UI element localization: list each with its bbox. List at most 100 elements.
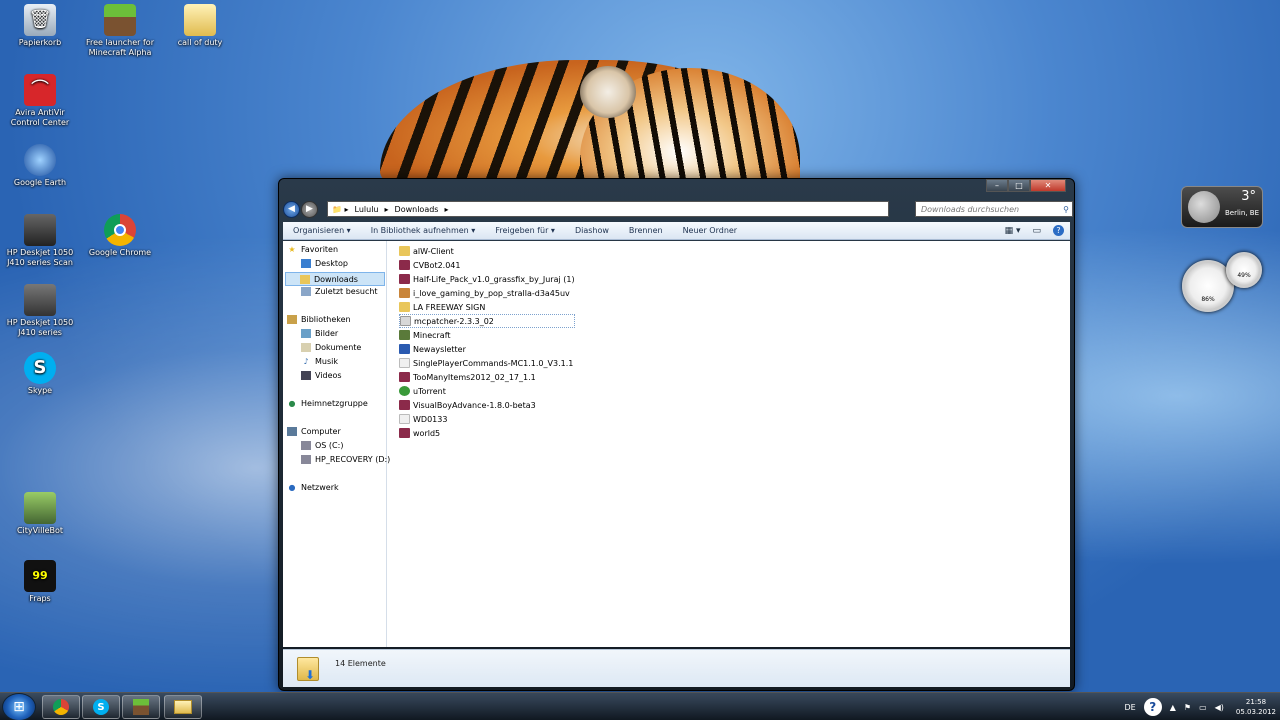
nav-favorites[interactable]: ★ Favoriten: [287, 245, 338, 254]
videos-icon: [301, 371, 311, 380]
taskbar-minecraft[interactable]: [122, 695, 160, 719]
taskbar: ⊞ S DE ? ▲ ⚑ ▭ ◀) 21:58 05.03.2012: [0, 692, 1280, 720]
search-input[interactable]: Downloads durchsuchen ⚲: [915, 201, 1073, 217]
list-item[interactable]: mcpatcher-2.3.3_02: [399, 314, 575, 328]
desktop-icon-skype[interactable]: S Skype: [0, 352, 80, 396]
desktop-icon-recycle-bin[interactable]: 🗑 Papierkorb: [0, 4, 80, 48]
list-item[interactable]: uTorrent: [399, 384, 575, 398]
list-item[interactable]: Newaysletter: [399, 342, 575, 356]
list-item[interactable]: SinglePlayerCommands-MC1.1.0_V3.1.1: [399, 356, 575, 370]
file-icon: [399, 358, 410, 368]
archive-icon: [399, 428, 410, 438]
folder-icon: [184, 4, 216, 36]
close-button[interactable]: ✕: [1030, 179, 1066, 192]
desktop-icon-fraps[interactable]: 99 Fraps: [0, 560, 80, 604]
breadcrumb-separator-icon: ▸: [384, 204, 389, 214]
action-center-flag-icon[interactable]: ⚑: [1184, 703, 1191, 712]
fraps-icon: 99: [24, 560, 56, 592]
start-button[interactable]: ⊞: [2, 693, 36, 720]
archive-icon: [399, 372, 410, 382]
list-item[interactable]: Minecraft: [399, 328, 575, 342]
drive-icon: [301, 441, 311, 450]
desktop-icon-cityvillebot[interactable]: CityVilleBot: [0, 492, 80, 536]
nav-pictures[interactable]: Bilder: [301, 329, 338, 338]
preview-pane-icon[interactable]: ▭: [1032, 226, 1041, 236]
help-icon[interactable]: ?: [1143, 698, 1162, 716]
network-icon[interactable]: ▭: [1199, 703, 1207, 712]
list-item[interactable]: world5: [399, 426, 575, 440]
taskbar-skype[interactable]: S: [82, 695, 120, 719]
volume-icon[interactable]: ◀): [1215, 703, 1224, 712]
maximize-button[interactable]: □: [1008, 179, 1030, 192]
desktop-icon: [301, 259, 311, 268]
folder-icon: 📁 ▸: [332, 204, 349, 214]
desktop-icon-hp-printer[interactable]: HP Deskjet 1050 J410 series: [0, 284, 80, 338]
nav-videos[interactable]: Videos: [301, 371, 342, 380]
nav-downloads[interactable]: Downloads: [285, 272, 385, 286]
list-item[interactable]: LA FREEWAY SIGN: [399, 300, 575, 314]
desktop-icon-google-earth[interactable]: Google Earth: [0, 144, 80, 188]
clock[interactable]: 21:58 05.03.2012: [1236, 697, 1276, 717]
desktop-icon-minecraft-launcher[interactable]: Free launcher for Minecraft Alpha: [80, 4, 160, 58]
nav-recent-places[interactable]: Zuletzt besucht: [301, 287, 378, 296]
explorer-window[interactable]: – □ ✕ ◀ ▶ 📁 ▸ Lululu ▸ Downloads ▸ Downl…: [278, 178, 1075, 691]
nav-computer[interactable]: Computer: [287, 427, 341, 436]
breadcrumb-downloads[interactable]: Downloads: [395, 205, 439, 214]
nav-homegroup[interactable]: ● Heimnetzgruppe: [287, 399, 368, 408]
network-icon: ●: [288, 483, 296, 492]
ram-meter-gadget[interactable]: 49%: [1226, 252, 1262, 288]
list-item[interactable]: CVBot2.041: [399, 258, 575, 272]
organize-button[interactable]: Organisieren ▾: [293, 226, 351, 235]
system-tray: DE ? ▲ ⚑ ▭ ◀) 21:58 05.03.2012: [1117, 693, 1276, 720]
list-item[interactable]: WD0133: [399, 412, 575, 426]
nav-network[interactable]: ● Netzwerk: [287, 483, 339, 492]
recycle-bin-icon: 🗑: [24, 4, 56, 36]
search-icon[interactable]: ⚲: [1063, 205, 1069, 214]
list-item[interactable]: TooManyItems2012_02_17_1.1: [399, 370, 575, 384]
moon-icon: [1188, 191, 1220, 223]
word-document-icon: [399, 344, 410, 354]
desktop-icon-avira[interactable]: ⌒ Avira AntiVir Control Center: [0, 74, 80, 128]
minecraft-icon: [399, 330, 410, 340]
desktop-icon-google-chrome[interactable]: Google Chrome: [80, 214, 160, 258]
breadcrumb-lululu[interactable]: Lululu: [355, 205, 379, 214]
scanner-icon: [24, 214, 56, 246]
pictures-icon: [301, 329, 311, 338]
folder-icon: [399, 302, 410, 312]
folder-icon: [174, 700, 192, 714]
view-options-icon[interactable]: ▦ ▾: [1005, 226, 1021, 236]
input-language[interactable]: DE: [1125, 703, 1136, 712]
slideshow-button[interactable]: Diashow: [575, 226, 609, 235]
file-icon: [399, 414, 410, 424]
taskbar-explorer[interactable]: [164, 695, 202, 719]
burn-button[interactable]: Brennen: [629, 226, 663, 235]
list-item[interactable]: alW-Client: [399, 244, 575, 258]
nav-desktop[interactable]: Desktop: [301, 259, 348, 268]
back-button[interactable]: ◀: [283, 200, 300, 218]
list-item[interactable]: VisualBoyAdvance-1.8.0-beta3: [399, 398, 575, 412]
archive-icon: [399, 274, 410, 284]
desktop-icon-call-of-duty[interactable]: call of duty: [160, 4, 240, 48]
window-controls: – □ ✕: [986, 179, 1066, 192]
include-in-library-button[interactable]: In Bibliothek aufnehmen ▾: [371, 226, 476, 235]
nav-drive-d[interactable]: HP_RECOVERY (D:): [301, 455, 390, 464]
taskbar-chrome[interactable]: [42, 695, 80, 719]
printer-icon: [24, 284, 56, 316]
documents-icon: [301, 343, 311, 352]
new-folder-button[interactable]: Neuer Ordner: [683, 226, 738, 235]
list-item[interactable]: Half-Life_Pack_v1.0_grassfix_by_Juraj (1…: [399, 272, 575, 286]
forward-button[interactable]: ▶: [301, 200, 318, 218]
nav-music[interactable]: ♪ Musik: [301, 357, 338, 366]
help-icon[interactable]: ?: [1053, 225, 1064, 236]
desktop-icon-hp-scan[interactable]: HP Deskjet 1050 J410 series Scan: [0, 214, 80, 268]
minimize-button[interactable]: –: [986, 179, 1008, 192]
utorrent-icon: [399, 386, 410, 396]
list-item[interactable]: i_love_gaming_by_pop_stralla-d3a45uv: [399, 286, 575, 300]
nav-libraries[interactable]: Bibliotheken: [287, 315, 351, 324]
nav-drive-c[interactable]: OS (C:): [301, 441, 343, 450]
weather-gadget[interactable]: 3° Berlin, BE: [1181, 186, 1263, 228]
nav-documents[interactable]: Dokumente: [301, 343, 361, 352]
address-bar[interactable]: 📁 ▸ Lululu ▸ Downloads ▸: [327, 201, 889, 217]
show-hidden-icons[interactable]: ▲: [1170, 703, 1176, 712]
share-with-button[interactable]: Freigeben für ▾: [495, 226, 555, 235]
